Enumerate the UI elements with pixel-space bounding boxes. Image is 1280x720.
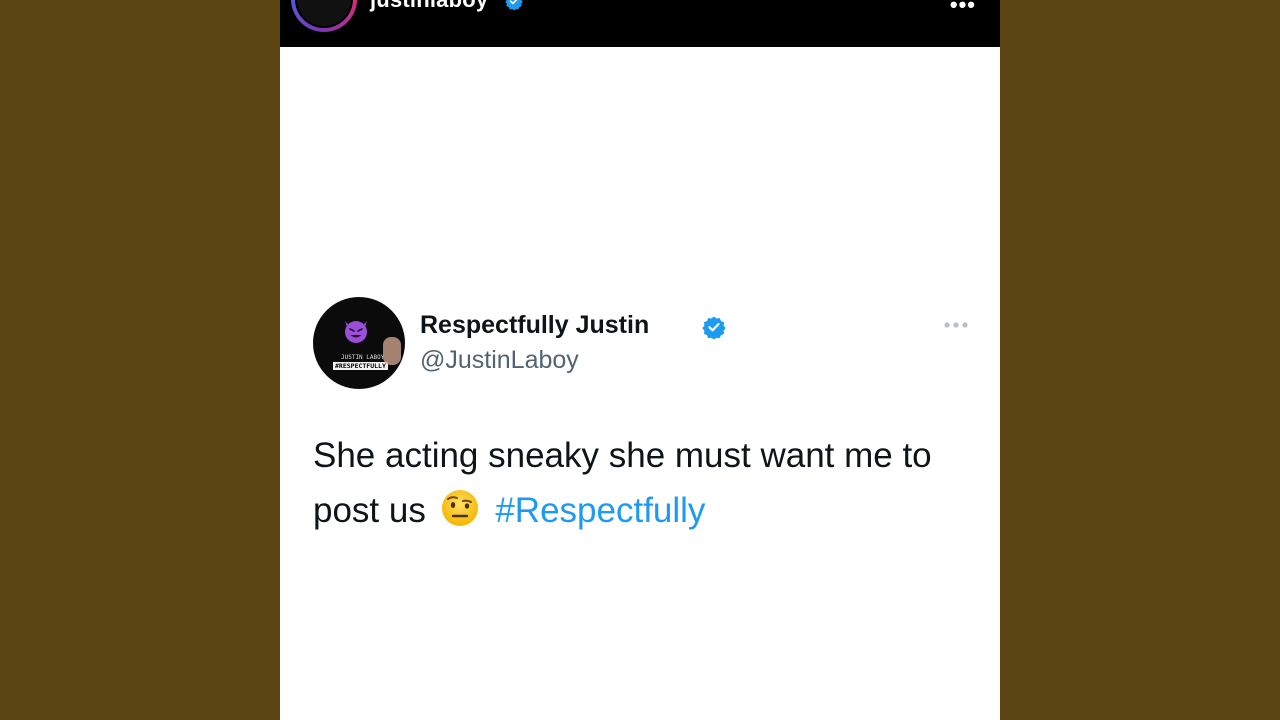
verified-badge-icon <box>505 0 523 10</box>
tweet-handle[interactable]: @JustinLaboy <box>420 346 579 375</box>
hashtag-link[interactable]: #Respectfully <box>495 491 705 530</box>
instagram-post-header: justinlaboy ••• <box>280 0 1000 47</box>
avatar-inner <box>295 0 353 28</box>
tweet-text-line1: She acting sneaky she must want me to <box>313 436 932 475</box>
avatar-hand-shape <box>383 337 401 365</box>
more-options-icon[interactable] <box>939 315 973 335</box>
instagram-username[interactable]: justinlaboy <box>370 0 488 14</box>
verified-badge-icon <box>702 316 726 339</box>
profile-avatar[interactable] <box>291 0 357 32</box>
raised-eyebrow-emoji-icon <box>441 490 478 526</box>
tweet-text-line2: post us <box>313 491 426 530</box>
post-image: justinlaboy ••• JUSTIN LABOY #RESPECTFUL… <box>280 0 1000 720</box>
avatar-caption-bottom: #RESPECTFULLY <box>333 362 388 370</box>
smiling-devil-emoji-icon <box>345 321 367 343</box>
tweet-display-name[interactable]: Respectfully Justin <box>420 311 649 340</box>
avatar-caption-top: JUSTIN LABOY <box>341 354 385 361</box>
tweet-avatar[interactable]: JUSTIN LABOY #RESPECTFULLY <box>313 297 405 389</box>
tweet-text: She acting sneaky she must want me to po… <box>313 428 973 538</box>
more-options-icon[interactable]: ••• <box>950 0 976 18</box>
